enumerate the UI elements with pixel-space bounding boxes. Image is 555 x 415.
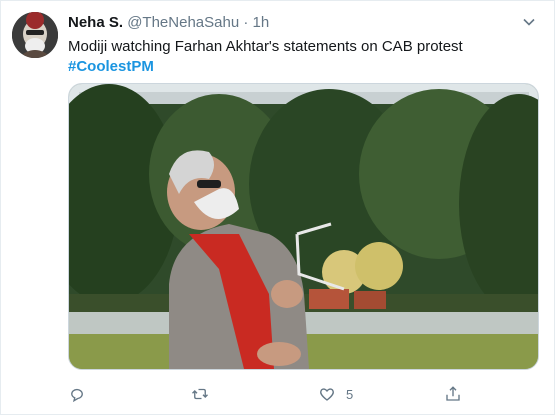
heart-icon (320, 388, 334, 401)
tweet-photo[interactable] (68, 83, 539, 370)
tweet-actions: 5 (68, 384, 478, 404)
tweet-text: Modiji watching Farhan Akhtar's statemen… (68, 37, 463, 77)
like-count: 5 (346, 386, 354, 402)
tweet-body: Modiji watching Farhan Akhtar's statemen… (68, 38, 463, 55)
retweet-button[interactable] (191, 384, 219, 404)
user-handle[interactable]: @TheNehaSahu (127, 14, 239, 31)
tweet-card[interactable]: Neha S. @TheNehaSahu · 1h Modiji watchin… (0, 0, 555, 415)
avatar[interactable] (12, 12, 58, 58)
reply-icon (71, 388, 83, 403)
share-icon (446, 386, 460, 401)
avatar-image (12, 12, 58, 58)
tweet-header: Neha S. @TheNehaSahu · 1h (68, 14, 269, 32)
reply-button[interactable] (68, 384, 96, 404)
like-button[interactable]: 5 (318, 384, 353, 404)
photo-image (69, 84, 538, 369)
retweet-icon (192, 388, 208, 400)
chevron-down-icon[interactable] (522, 15, 536, 29)
timestamp[interactable]: 1h (253, 14, 270, 31)
display-name[interactable]: Neha S. (68, 14, 123, 31)
hashtag-link[interactable]: #CoolestPM (68, 57, 463, 77)
separator-dot: · (243, 14, 249, 31)
share-button[interactable] (444, 384, 462, 404)
